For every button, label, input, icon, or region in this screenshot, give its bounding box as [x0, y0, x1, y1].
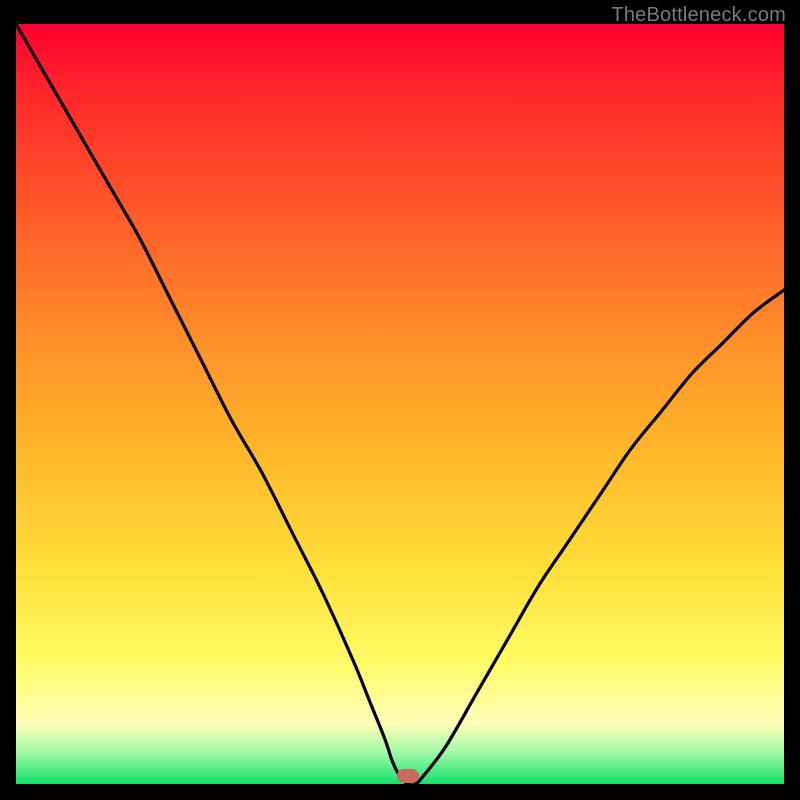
chart-frame: TheBottleneck.com — [0, 0, 800, 800]
plot-area — [16, 24, 784, 784]
bottleneck-curve — [16, 24, 784, 784]
minimum-marker — [397, 769, 419, 783]
